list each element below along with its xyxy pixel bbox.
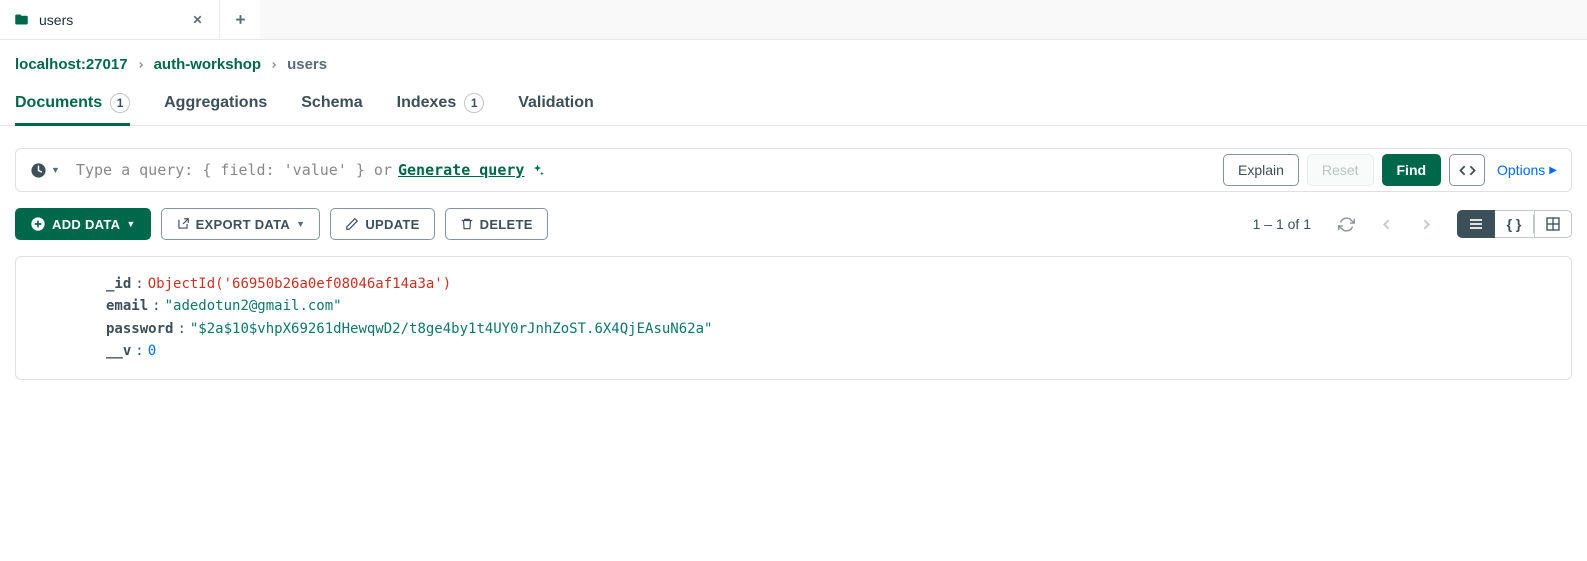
view-table-button[interactable] — [1534, 210, 1572, 238]
collection-tab[interactable]: users — [0, 0, 220, 39]
close-icon[interactable] — [189, 12, 205, 28]
options-label: Options — [1497, 162, 1545, 178]
reset-button[interactable]: Reset — [1307, 154, 1374, 186]
doc-value: "adedotun2@gmail.com" — [165, 295, 342, 317]
new-tab-button[interactable] — [220, 0, 260, 39]
doc-field-password: password : "$2a$10$vhpX69261dHewqwD2/t8g… — [106, 318, 1555, 340]
next-page-button[interactable] — [1411, 209, 1441, 239]
tab-schema[interactable]: Schema — [301, 93, 362, 125]
delete-label: DELETE — [480, 217, 533, 232]
tab-documents-label: Documents — [15, 94, 102, 112]
braces-icon: { } — [1507, 216, 1522, 232]
code-icon — [1459, 162, 1476, 179]
update-button[interactable]: UPDATE — [330, 208, 434, 240]
generate-query-link[interactable]: Generate query — [398, 161, 524, 179]
add-data-label: ADD DATA — [52, 217, 120, 232]
breadcrumb: localhost:27017 auth-workshop users — [0, 40, 1587, 79]
doc-field-id: _id: ObjectId('66950b26a0ef08046af14a3a'… — [106, 273, 1555, 295]
doc-value: ObjectId('66950b26a0ef08046af14a3a') — [148, 273, 451, 295]
doc-key: email — [106, 295, 148, 317]
tab-aggregations-label: Aggregations — [164, 94, 267, 112]
doc-value: "$2a$10$vhpX69261dHewqwD2/t8ge4by1t4UY0r… — [190, 318, 713, 340]
tab-bar: users — [0, 0, 1587, 40]
view-mode-toggle: { } — [1457, 210, 1572, 238]
table-icon — [1545, 216, 1561, 232]
sparkle-icon — [530, 163, 545, 178]
chevron-right-icon — [269, 60, 279, 70]
plus-circle-icon — [30, 216, 46, 232]
query-placeholder: Type a query: { field: 'value' } or — [76, 161, 392, 179]
doc-key: _id — [106, 273, 131, 295]
tab-bar-empty — [260, 0, 1587, 39]
export-data-label: EXPORT DATA — [196, 217, 291, 232]
caret-down-icon: ▼ — [296, 219, 305, 229]
tab-schema-label: Schema — [301, 94, 362, 112]
tab-aggregations[interactable]: Aggregations — [164, 93, 267, 125]
export-data-button[interactable]: EXPORT DATA ▼ — [161, 208, 321, 240]
doc-field-email: email : "adedotun2@gmail.com" — [106, 295, 1555, 317]
caret-down-icon: ▼ — [126, 219, 135, 229]
breadcrumb-db[interactable]: auth-workshop — [154, 56, 262, 73]
refresh-button[interactable] — [1331, 209, 1361, 239]
tab-indexes-label: Indexes — [397, 94, 457, 112]
pencil-icon — [345, 217, 359, 231]
folder-icon — [14, 12, 29, 27]
document-card[interactable]: _id: ObjectId('66950b26a0ef08046af14a3a'… — [15, 256, 1572, 380]
chevron-right-icon — [136, 60, 146, 70]
update-label: UPDATE — [365, 217, 419, 232]
view-json-button[interactable]: { } — [1495, 210, 1533, 238]
query-history-button[interactable]: ▼ — [22, 158, 68, 183]
trash-icon — [460, 217, 474, 231]
delete-button[interactable]: DELETE — [445, 208, 548, 240]
clock-icon — [30, 162, 47, 179]
breadcrumb-collection: users — [287, 56, 327, 73]
prev-page-button[interactable] — [1371, 209, 1401, 239]
tab-indexes[interactable]: Indexes 1 — [397, 93, 485, 125]
tab-validation-label: Validation — [518, 94, 594, 112]
tab-label: users — [39, 12, 179, 28]
export-icon — [176, 217, 190, 231]
caret-right-icon: ▶ — [1549, 165, 1557, 176]
options-toggle[interactable]: Options ▶ — [1493, 162, 1561, 178]
query-bar: ▼ Type a query: { field: 'value' } or Ge… — [15, 148, 1572, 192]
tab-documents[interactable]: Documents 1 — [15, 93, 130, 125]
doc-field-v: __v : 0 — [106, 340, 1555, 362]
breadcrumb-host[interactable]: localhost:27017 — [15, 56, 128, 73]
view-list-button[interactable] — [1457, 210, 1495, 238]
caret-down-icon: ▼ — [51, 165, 60, 175]
nav-tabs: Documents 1 Aggregations Schema Indexes … — [0, 79, 1587, 126]
query-input[interactable]: Type a query: { field: 'value' } or Gene… — [76, 161, 1215, 179]
doc-value: 0 — [148, 340, 156, 362]
pagination-text: 1 – 1 of 1 — [1253, 216, 1311, 232]
tab-validation[interactable]: Validation — [518, 93, 594, 125]
action-bar: ADD DATA ▼ EXPORT DATA ▼ UPDATE DELETE 1… — [0, 192, 1587, 256]
toggle-query-lang-button[interactable] — [1449, 154, 1485, 186]
tab-documents-count: 1 — [110, 93, 130, 113]
find-button[interactable]: Find — [1382, 154, 1442, 186]
explain-button[interactable]: Explain — [1223, 154, 1299, 186]
tab-indexes-count: 1 — [464, 93, 484, 113]
add-data-button[interactable]: ADD DATA ▼ — [15, 208, 151, 240]
doc-key: password — [106, 318, 173, 340]
doc-key: __v — [106, 340, 131, 362]
list-icon — [1468, 216, 1484, 232]
